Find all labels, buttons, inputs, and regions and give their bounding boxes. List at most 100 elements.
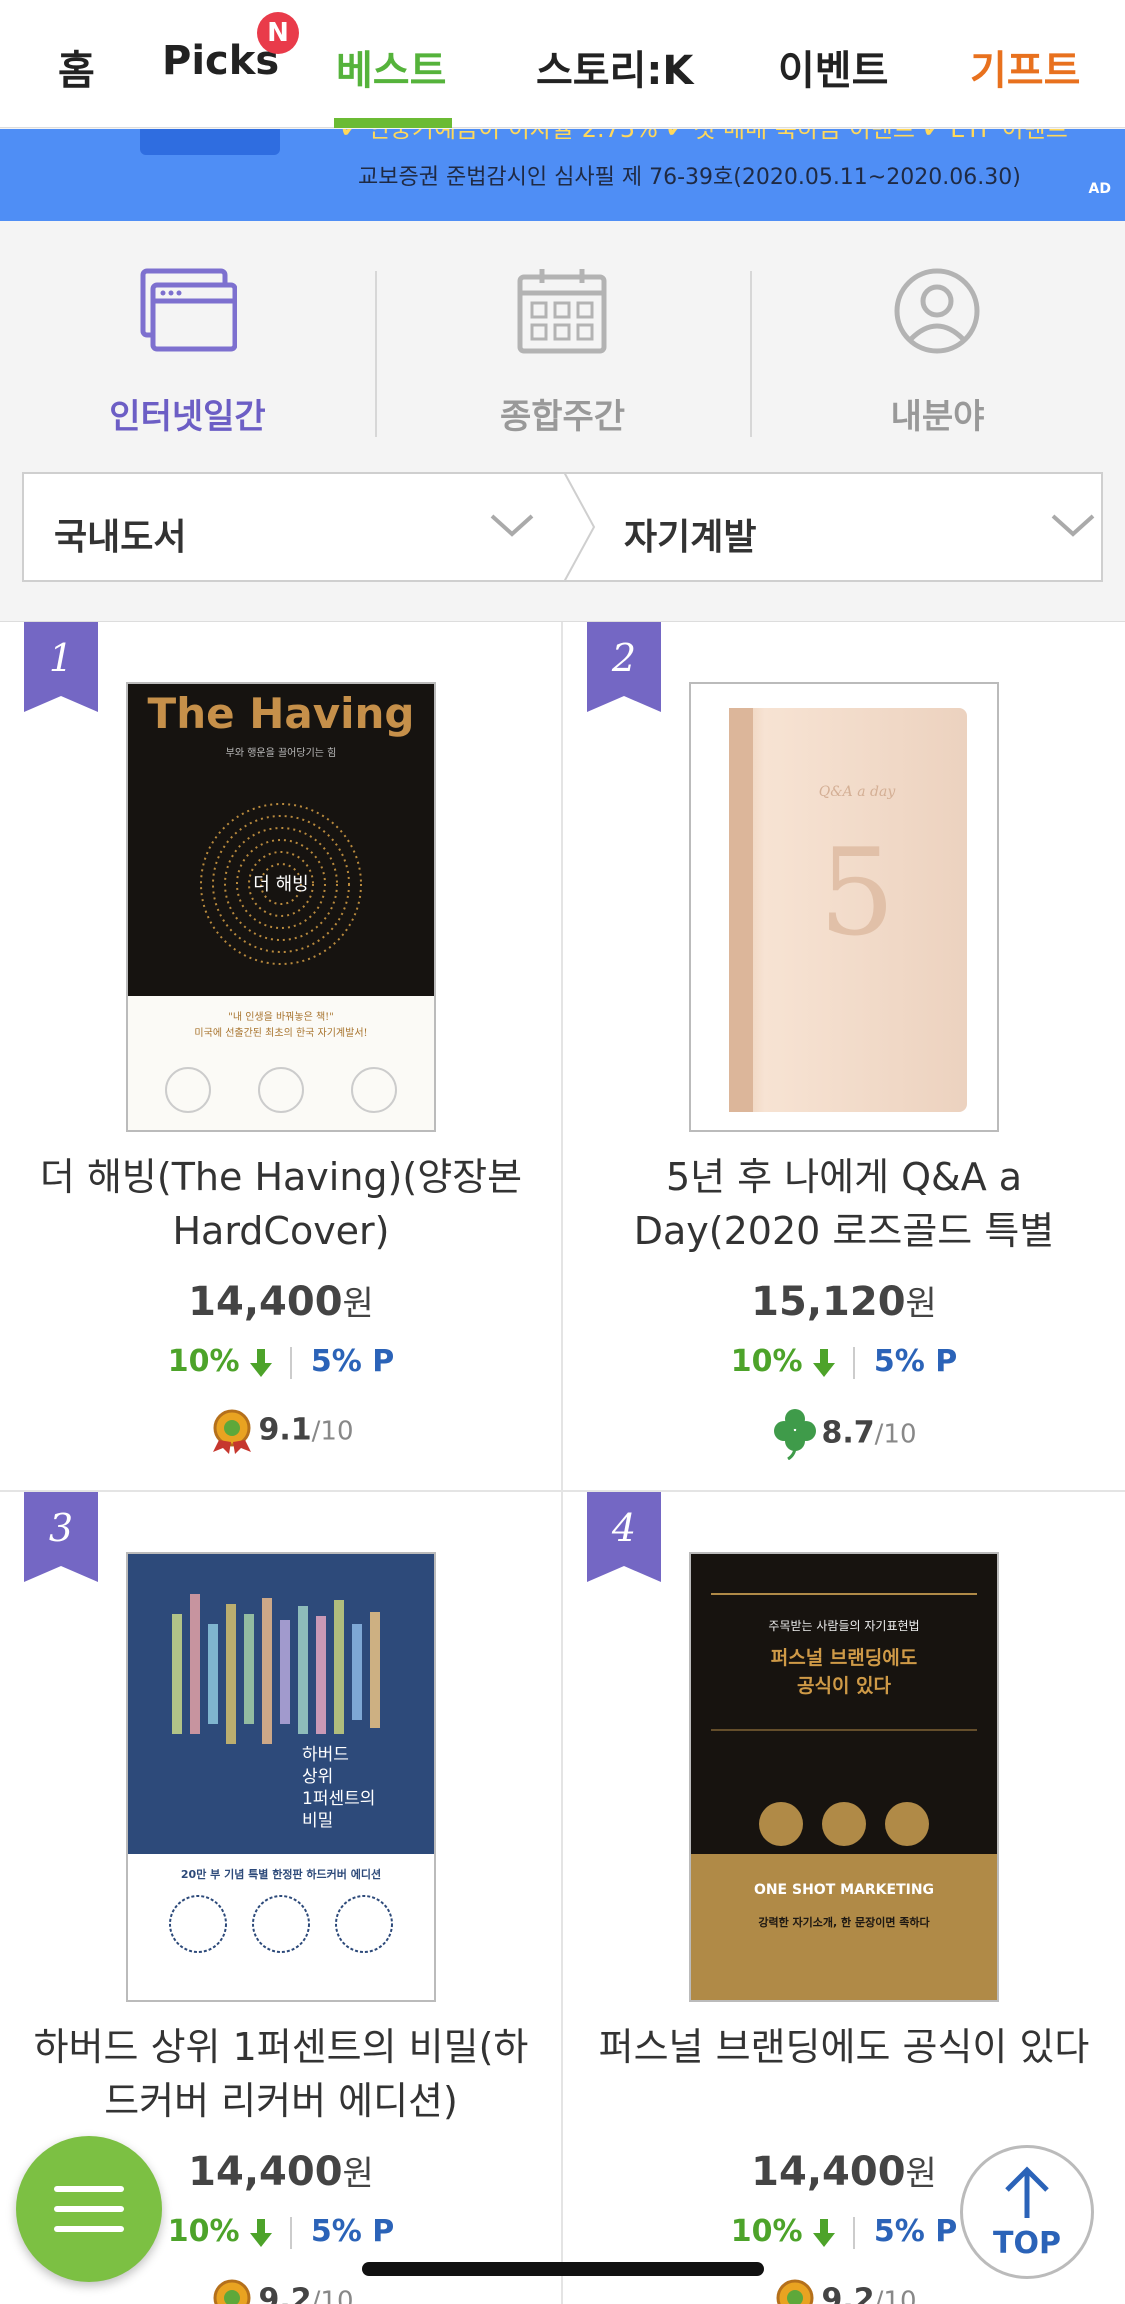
nav-best[interactable]: 베스트	[336, 38, 446, 96]
clover-icon	[773, 1409, 816, 1461]
rank-number: 4	[611, 1506, 637, 1550]
tab-internet-daily[interactable]: 인터넷일간	[0, 221, 375, 471]
chevron-down-icon	[490, 514, 534, 537]
rating-max: /10	[874, 2286, 917, 2304]
ad-banner[interactable]: ✔ 연중기예금이 이자율 2.75% ✔ 첫 매매 축하금 이벤트 ✔ ETF …	[0, 129, 1125, 221]
point-rate: 5% P	[873, 2214, 958, 2249]
book-price: 14,400원	[0, 1276, 562, 1325]
bestseller-grid: 1 The Having 부와 행운을 끌어당기는 힘 더 해빙 "내 인생을 …	[0, 622, 1125, 2304]
cover-personal-branding: 주목받는 사람들의 자기표현법 퍼스널 브랜딩에도 공식이 있다 ONE SHO…	[691, 1554, 997, 2000]
nav-event[interactable]: 이벤트	[778, 38, 888, 96]
cover-slogan: 강력한 자기소개, 한 문장이면 족하다	[758, 1915, 930, 1929]
ranking-tabs: 인터넷일간 종합주간 내분야	[0, 221, 1125, 471]
price-value: 14,400	[751, 2149, 906, 2195]
award-badge-icon	[213, 2279, 250, 2304]
rating: 9.2/10	[563, 2278, 1125, 2304]
home-indicator	[362, 2262, 764, 2276]
ad-headline: ✔ 연중기예금이 이자율 2.75% ✔ 첫 매매 축하금 이벤트 ✔ ETF …	[340, 129, 1068, 143]
book-title[interactable]: 5년 후 나에게 Q&A a Day(2020 로즈골드 특별	[583, 1150, 1105, 1258]
category-secondary-dropdown[interactable]: 자기계발	[594, 474, 1103, 580]
svg-text:비밀: 비밀	[302, 1811, 333, 1831]
tab-label: 종합주간	[499, 397, 626, 437]
cover-title: The Having	[148, 689, 415, 738]
book-cover[interactable]: 5 Q&A a day	[689, 682, 999, 1132]
cover-the-having: The Having 부와 행운을 끌어당기는 힘 더 해빙 "내 인생을 바꿔…	[128, 684, 434, 1130]
category-primary-label: 국내도서	[54, 517, 187, 558]
category-secondary-label: 자기계발	[624, 517, 757, 558]
rank-number: 3	[48, 1506, 74, 1550]
top-label: TOP	[993, 2226, 1061, 2261]
cover-quote-2: 미국에 선출간된 최초의 한국 자기계발서!	[194, 1027, 367, 1039]
hamburger-icon	[54, 2186, 124, 2192]
nav-home[interactable]: 홈	[58, 38, 95, 96]
new-badge: N	[257, 12, 299, 54]
discount-separator	[853, 2216, 856, 2249]
arrow-down-icon	[812, 2218, 835, 2247]
point-rate: 5% P	[873, 1344, 958, 1379]
point-rate: 5% P	[310, 2214, 395, 2249]
hamburger-icon	[54, 2226, 124, 2232]
rating: 8.7/10	[563, 1408, 1125, 1461]
book-cover[interactable]: The Having 부와 행운을 끌어당기는 힘 더 해빙 "내 인생을 바꿔…	[126, 682, 436, 1132]
rating-score: 9.2	[258, 2282, 312, 2304]
tab-my-field[interactable]: 내분야	[750, 221, 1125, 471]
rating-max: /10	[311, 2286, 354, 2304]
arrow-up-icon	[1005, 2166, 1049, 2218]
svg-text:공식이 있다: 공식이 있다	[797, 1675, 892, 1697]
rank-number: 1	[48, 636, 74, 680]
category-primary-dropdown[interactable]: 국내도서	[24, 474, 564, 580]
discount-separator	[290, 2216, 293, 2249]
discount-rate: 10%	[167, 2214, 240, 2249]
price-value: 14,400	[188, 2149, 343, 2195]
product-card[interactable]: 2 5 Q&A a day 5년 후 나에게 Q&A a Day(2020 로즈…	[563, 622, 1125, 1490]
scroll-top-button[interactable]: TOP	[960, 2145, 1094, 2279]
product-card[interactable]: 1 The Having 부와 행운을 끌어당기는 힘 더 해빙 "내 인생을 …	[0, 622, 562, 1490]
award-badge-icon	[212, 1409, 251, 1454]
nav-gift[interactable]: 기프트	[970, 38, 1080, 96]
cover-tagline: 주목받는 사람들의 자기표현법	[768, 1619, 919, 1633]
section-spacer	[0, 582, 1125, 622]
book-title[interactable]: 퍼스널 브랜딩에도 공식이 있다	[583, 2020, 1105, 2074]
tab-label: 내분야	[890, 397, 985, 437]
nav-story-k[interactable]: 스토리:K	[536, 38, 693, 96]
cover-band: 20만 부 기념 특별 한정판 하드커버 에디션	[181, 1867, 381, 1881]
svg-text:상위: 상위	[302, 1767, 333, 1787]
top-navigation: 홈 Picks N 베스트 스토리:K 이벤트 기프트	[0, 0, 1125, 128]
rank-number: 2	[611, 636, 637, 680]
rating-score: 9.2	[821, 2282, 875, 2304]
rating-max: /10	[874, 1419, 917, 1450]
calendar-icon	[517, 269, 607, 354]
book-cover[interactable]: 하버드 상위 1퍼센트의 비밀 20만 부 기념 특별 한정판 하드커버 에디션	[126, 1552, 436, 2002]
rating-score: 9.1	[258, 1412, 312, 1448]
point-rate: 5% P	[310, 1344, 395, 1379]
book-title[interactable]: 하버드 상위 1퍼센트의 비밀(하드커버 리커버 에디션)	[20, 2020, 542, 2128]
price-currency: 원	[342, 2154, 374, 2194]
cover-center-title: 더 해빙	[253, 874, 308, 895]
svg-text:1퍼센트의: 1퍼센트의	[302, 1789, 375, 1809]
price-currency: 원	[342, 1284, 374, 1324]
arrow-down-icon	[249, 1348, 272, 1377]
book-title[interactable]: 더 해빙(The Having)(양장본 HardCover)	[20, 1150, 542, 1258]
arrow-down-icon	[812, 1348, 835, 1377]
discount-info: 10% 5% P	[563, 1344, 1125, 1379]
price-currency: 원	[905, 2154, 937, 2194]
chevron-down-icon	[1051, 514, 1095, 537]
discount-separator	[290, 1346, 293, 1379]
user-icon	[894, 268, 980, 354]
menu-button[interactable]	[16, 2136, 162, 2282]
award-badge-icon	[776, 2279, 813, 2304]
tab-weekly-overall[interactable]: 종합주간	[375, 221, 750, 471]
cover-quote: "내 인생을 바꿔놓은 책!"	[228, 1011, 334, 1023]
arrow-down-icon	[249, 2218, 272, 2247]
cover-qa-a-day: 5 Q&A a day	[691, 684, 997, 1130]
cover-script: Q&A a day	[819, 784, 897, 800]
cover-en-title: ONE SHOT MARKETING	[754, 1882, 934, 1898]
ad-disclaimer: 교보증권 준법감시인 심사필 제 76-39호(2020.05.11~2020.…	[358, 165, 1021, 190]
book-cover[interactable]: 주목받는 사람들의 자기표현법 퍼스널 브랜딩에도 공식이 있다 ONE SHO…	[689, 1552, 999, 2002]
discount-separator	[853, 1346, 856, 1379]
discount-info: 10% 5% P	[0, 1344, 562, 1379]
rating-max: /10	[311, 1416, 354, 1447]
price-value: 15,120	[751, 1279, 906, 1325]
rating-score: 8.7	[821, 1415, 875, 1451]
rating: 9.1/10	[0, 1408, 562, 1454]
